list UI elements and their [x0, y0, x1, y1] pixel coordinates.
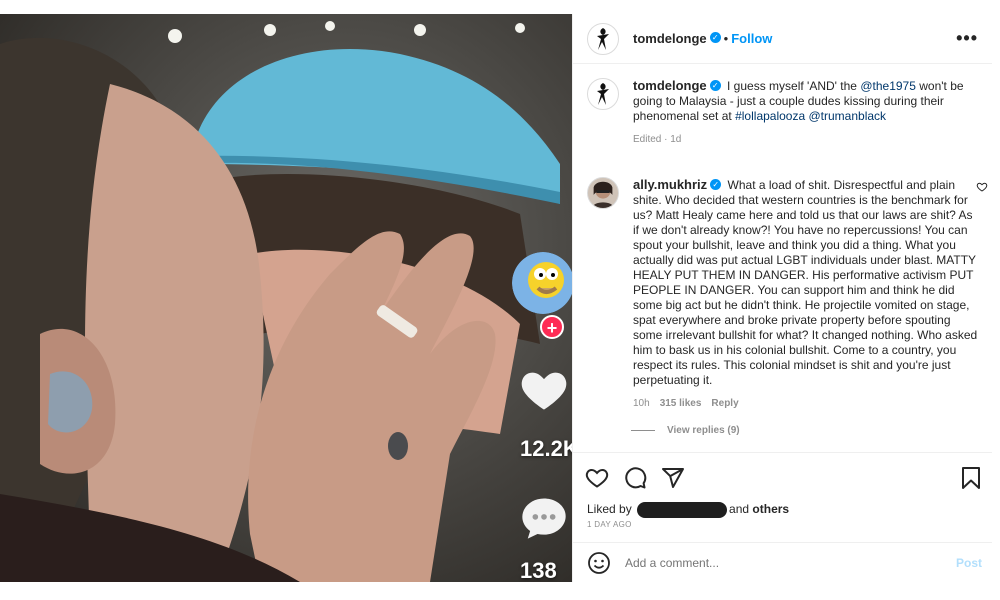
reply-button[interactable]: Reply	[711, 396, 738, 411]
view-replies-label: View replies (9)	[667, 425, 740, 436]
verified-icon: ✓	[709, 32, 721, 43]
follow-button[interactable]: Follow	[731, 31, 772, 46]
post-actions-bar	[573, 452, 992, 502]
replies-divider	[631, 430, 655, 431]
post-sidebar: tomdelonge ✓ • Follow ••• tomdelonge ✓ I …	[572, 14, 992, 582]
heart-icon[interactable]	[518, 364, 570, 416]
liked-by: Liked by and others	[587, 502, 789, 518]
comment-icon[interactable]	[623, 466, 647, 490]
mention-link-2[interactable]: @trumanblack	[809, 109, 887, 123]
comment-time: 10h	[633, 398, 650, 409]
commenter-avatar-image	[588, 178, 618, 208]
verified-icon: ✓	[709, 80, 721, 92]
comment-item: ally.mukhriz ✓ What a load of shit. Disre…	[573, 163, 992, 411]
creator-avatar[interactable]	[512, 252, 572, 314]
emoji-icon[interactable]	[587, 551, 611, 575]
like-count: 12.2K	[520, 436, 572, 461]
verified-icon: ✓	[710, 179, 722, 191]
post-date: 1 DAY AGO	[587, 520, 632, 529]
comment-heart-icon[interactable]	[976, 181, 988, 193]
video-frame	[0, 14, 572, 582]
post-media[interactable]: + 12.2K 138	[0, 14, 572, 582]
author-username[interactable]: tomdelonge	[633, 31, 707, 46]
add-comment-input[interactable]	[625, 555, 956, 570]
heart-icon[interactable]	[585, 466, 609, 490]
more-icon[interactable]: •••	[956, 28, 978, 49]
post-comment-button[interactable]: Post	[956, 556, 982, 570]
view-replies-button[interactable]: View replies (9)	[631, 425, 992, 436]
mention-link[interactable]: @the1975	[860, 79, 916, 93]
comment-meta: 10h 315 likes Reply	[633, 396, 978, 411]
hashtag-link[interactable]: #lollapalooza	[735, 109, 805, 123]
caption-author[interactable]: tomdelonge	[633, 78, 707, 93]
liked-by-others[interactable]: others	[752, 502, 789, 516]
author-avatar-icon	[597, 27, 609, 50]
commenter-avatar[interactable]	[587, 177, 619, 209]
separator-dot: •	[723, 31, 729, 46]
caption-author-avatar[interactable]	[587, 78, 619, 110]
post-caption: tomdelonge ✓ I guess myself 'AND' the @th…	[573, 64, 992, 147]
comment-count: 138	[520, 558, 557, 582]
add-comment-bar: Post	[573, 542, 992, 582]
liked-by-and: and	[729, 502, 750, 517]
liked-by-prefix: Liked by	[587, 502, 632, 517]
caption-text-start: I guess myself 'AND' the	[727, 79, 857, 93]
share-icon[interactable]	[661, 466, 685, 490]
redacted-username	[637, 502, 728, 518]
comment-likes[interactable]: 315 likes	[660, 396, 702, 411]
author-avatar[interactable]	[587, 22, 619, 55]
caption-meta: Edited · 1d	[633, 134, 682, 145]
tiktok-action-column: + 12.2K 138	[512, 14, 572, 582]
follow-plus-icon[interactable]: +	[540, 315, 564, 339]
comment-bubble-icon[interactable]	[518, 492, 570, 544]
comment-text: What a load of shit. Disrespectful and p…	[633, 178, 978, 387]
comments-scroll-area[interactable]: tomdelonge ✓ I guess myself 'AND' the @th…	[573, 64, 992, 452]
bookmark-icon[interactable]	[960, 466, 982, 490]
comment-author[interactable]: ally.mukhriz	[633, 177, 707, 192]
post-header: tomdelonge ✓ • Follow •••	[573, 14, 992, 64]
author-avatar-icon	[597, 83, 609, 105]
